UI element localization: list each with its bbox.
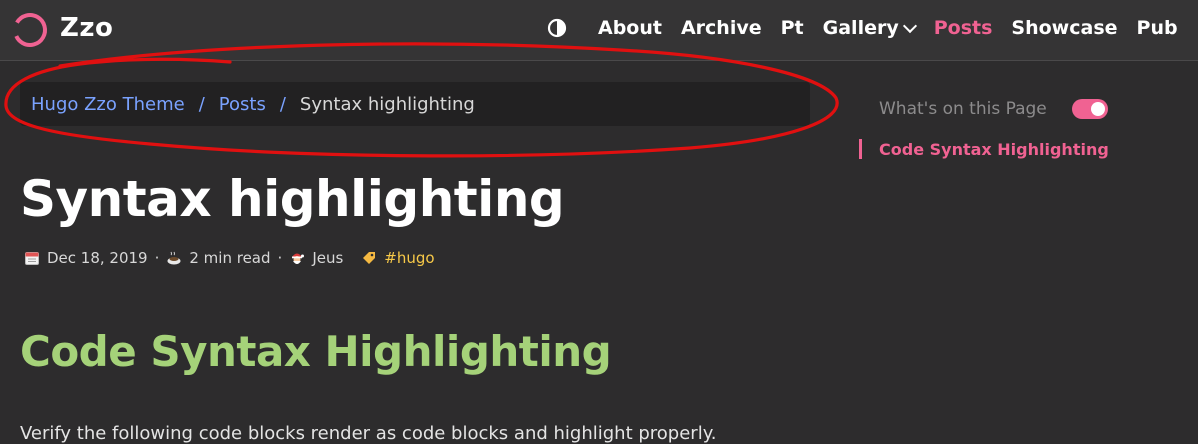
main-nav: About Archive Pt Gallery Posts Showcase … [546,17,1197,39]
page-title: Syntax highlighting [20,170,565,228]
toc-item-code-syntax-highlighting[interactable]: Code Syntax Highlighting [879,140,1109,159]
breadcrumb-separator: / [279,93,286,115]
nav-posts[interactable]: Posts [934,17,993,39]
breadcrumb-separator: / [198,93,205,115]
breadcrumb: Hugo Zzo Theme / Posts / Syntax highligh… [20,82,810,126]
toc-toggle-switch[interactable] [1072,99,1108,119]
nav-gallery-label: Gallery [822,17,899,39]
toc-active-indicator [859,139,862,159]
meta-separator: · [154,249,160,267]
nav-archive[interactable]: Archive [681,17,762,39]
zzo-logo-icon[interactable] [10,10,50,50]
read-time: 2 min read [189,249,271,267]
post-date: Dec 18, 2019 [47,249,148,267]
toggle-knob [1091,102,1105,116]
breadcrumb-home-link[interactable]: Hugo Zzo Theme [31,94,185,115]
nav-pub[interactable]: Pub [1137,17,1178,39]
nav-gallery[interactable]: Gallery [822,17,917,39]
section-heading: Code Syntax Highlighting [20,327,612,376]
contrast-icon[interactable] [546,17,568,39]
post-meta: Dec 18, 2019 · 2 min read · Jeus #hugo [24,249,435,267]
nav-pt[interactable]: Pt [781,17,804,39]
tag-icon [363,252,376,264]
post-author[interactable]: Jeus [312,249,343,267]
breadcrumb-current: Syntax highlighting [299,93,475,115]
chevron-down-icon [902,18,917,33]
nav-showcase[interactable]: Showcase [1011,17,1117,39]
nav-about[interactable]: About [598,17,662,39]
santa-face-icon [292,253,305,264]
top-navbar: Zzo About Archive Pt Gallery Posts Showc… [0,0,1198,61]
breadcrumb-posts-link[interactable]: Posts [219,94,266,115]
intro-paragraph: Verify the following code blocks render … [20,423,717,444]
brand-name[interactable]: Zzo [60,13,113,43]
toc-title: What's on this Page [879,99,1047,119]
meta-separator: · [277,249,283,267]
coffee-cup-icon [167,251,181,265]
calendar-icon [25,252,39,265]
tag-link-hugo[interactable]: #hugo [384,249,434,267]
